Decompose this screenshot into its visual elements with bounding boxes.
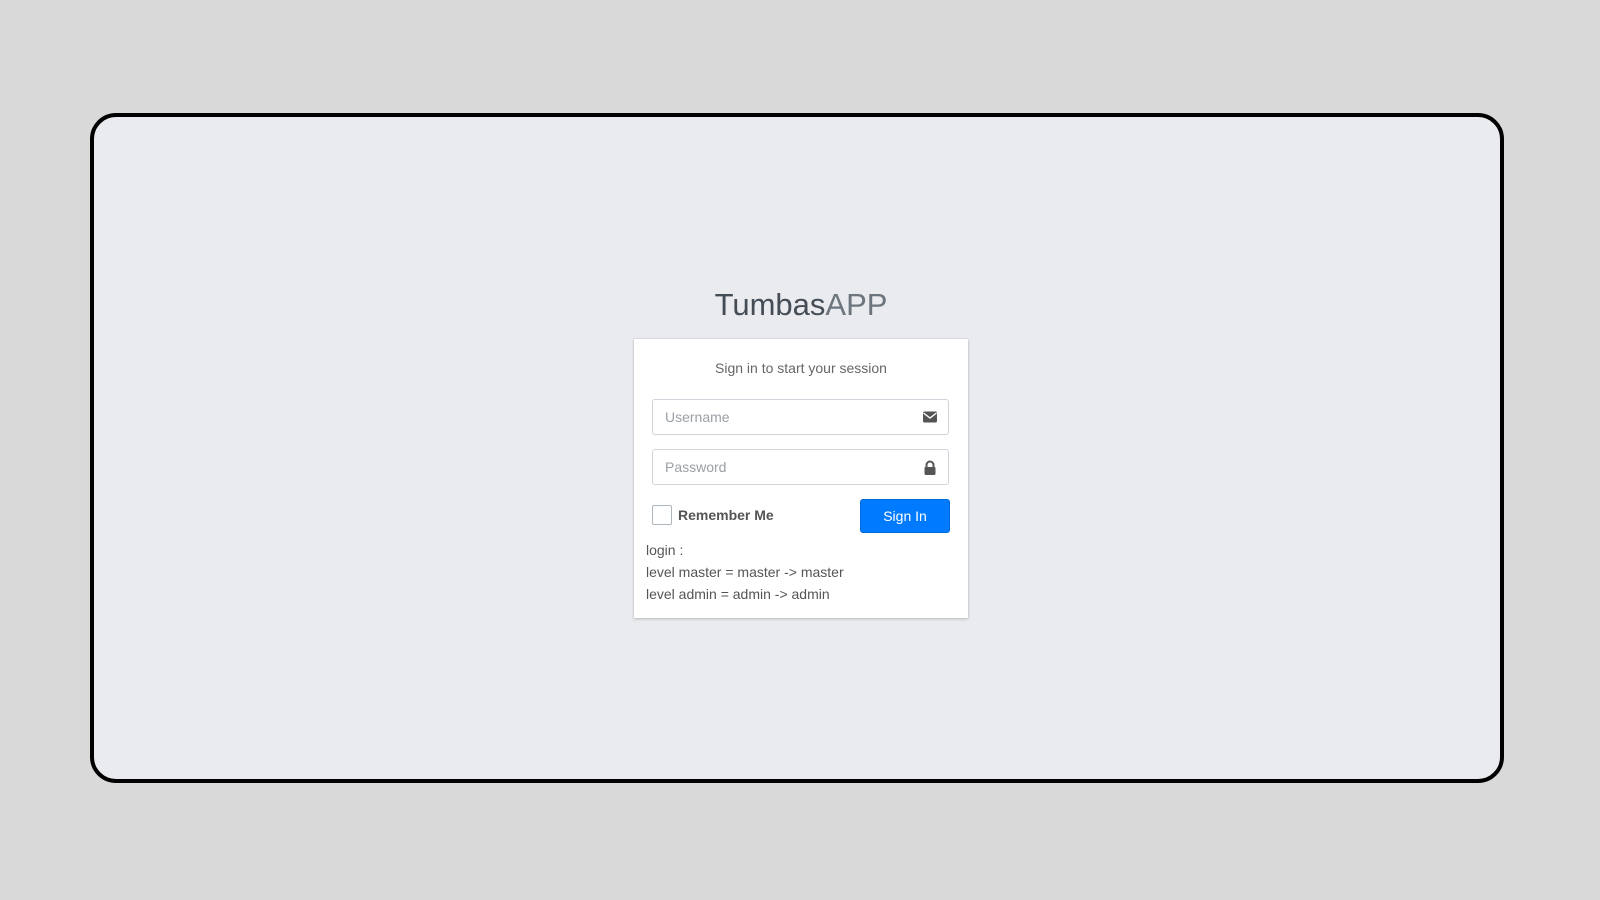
login-box-message: Sign in to start your session	[715, 360, 887, 376]
login-card: Sign in to start your session Username R…	[634, 339, 968, 618]
password-input[interactable]	[653, 450, 915, 484]
login-info-line: level admin = admin -> admin	[646, 586, 830, 602]
login-box: TumbasAPP Sign in to start your session	[634, 287, 968, 618]
logo-bold-text: Tumbas	[714, 287, 826, 322]
login-info-line: login :	[646, 542, 684, 558]
remember-me-label: Remember Me	[678, 507, 774, 523]
login-info: login : level master = master -> master …	[646, 539, 950, 605]
app-logo[interactable]: TumbasAPP	[634, 287, 968, 337]
remember-me[interactable]: Remember Me	[652, 505, 774, 525]
username-input[interactable]	[653, 400, 915, 434]
sign-in-button[interactable]: Sign In	[860, 499, 950, 533]
login-info-line: level master = master -> master	[646, 564, 844, 580]
browser-frame: TumbasAPP Sign in to start your session	[90, 113, 1504, 783]
remember-signin-row: Remember Me Sign In	[652, 499, 950, 535]
remember-me-checkbox[interactable]	[652, 505, 672, 525]
envelope-icon	[922, 410, 938, 424]
password-input-group	[652, 449, 949, 485]
lock-icon	[922, 460, 938, 475]
username-input-group	[652, 399, 949, 435]
logo-light-text: APP	[825, 287, 888, 322]
